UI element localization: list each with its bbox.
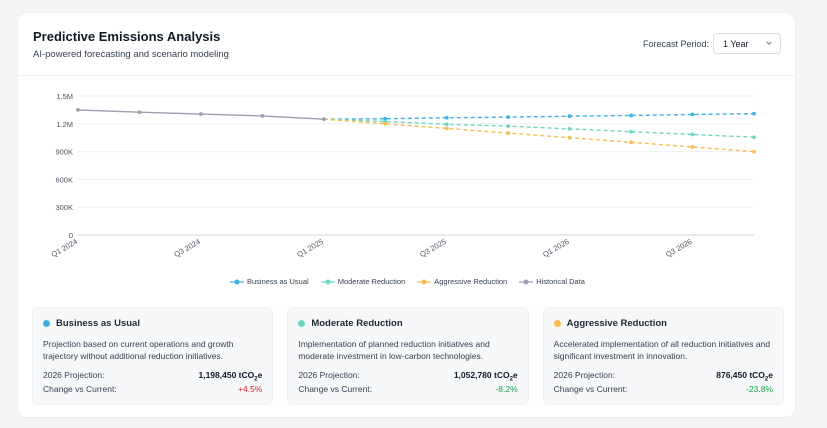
data-point-moderate-reduction bbox=[444, 122, 449, 127]
projection-label: 2026 Projection: bbox=[298, 370, 360, 380]
data-point-business-as-usual bbox=[690, 112, 695, 117]
legend-item[interactable]: Aggressive Reduction bbox=[417, 277, 507, 286]
y-tick-label: 600K bbox=[55, 175, 73, 184]
x-tick-label: Q3 2025 bbox=[418, 237, 447, 259]
x-tick-label: Q3 2024 bbox=[172, 237, 201, 259]
legend-item[interactable]: Moderate Reduction bbox=[320, 277, 406, 286]
legend-marker-icon bbox=[519, 279, 534, 284]
projection-value: 1,052,780 tCO2e bbox=[453, 370, 518, 383]
scenario-cards: Business as Usual Projection based on cu… bbox=[32, 307, 784, 405]
scenario-name: Moderate Reduction bbox=[311, 318, 403, 329]
scenario-header: Business as Usual bbox=[43, 318, 140, 329]
legend-item[interactable]: Historical Data bbox=[519, 277, 585, 286]
projection-row: 2026 Projection: 1,052,780 tCO2e bbox=[298, 370, 517, 383]
data-point-aggressive-reduction bbox=[506, 131, 511, 135]
scenario-description: Accelerated implementation of all reduct… bbox=[553, 339, 771, 361]
projection-row: 2026 Projection: 876,450 tCO2e bbox=[554, 370, 773, 383]
legend-marker-icon bbox=[230, 279, 244, 284]
data-point-historical-data bbox=[76, 108, 80, 112]
scenario-header: Aggressive Reduction bbox=[553, 318, 667, 329]
chart-legend: Business as Usual Moderate Reduction Aggre… bbox=[18, 277, 797, 286]
scenario-description: Projection based on current operations a… bbox=[43, 339, 234, 361]
data-point-aggressive-reduction bbox=[752, 149, 756, 154]
series-line-business-as-usual bbox=[323, 112, 755, 120]
data-point-business-as-usual bbox=[629, 113, 633, 118]
legend-label: Aggressive Reduction bbox=[434, 277, 508, 286]
change-label: Change vs Current: bbox=[43, 384, 117, 394]
series-line-moderate-reduction bbox=[323, 118, 755, 138]
projection-value: 876,450 tCO2e bbox=[716, 370, 773, 383]
forecast-period-label: Forecast Period: bbox=[642, 39, 709, 49]
change-value: +4.5% bbox=[237, 384, 263, 394]
change-value: -8.2% bbox=[495, 384, 518, 394]
forecast-period-select[interactable]: 1 Year bbox=[713, 33, 781, 54]
page-subtitle: AI-powered forecasting and scenario mode… bbox=[33, 49, 229, 60]
page-title: Predictive Emissions Analysis bbox=[33, 29, 221, 44]
data-point-aggressive-reduction bbox=[629, 140, 633, 145]
x-tick-label: Q1 2026 bbox=[541, 237, 570, 259]
chevron-down-icon bbox=[766, 41, 772, 45]
legend-label: Historical Data bbox=[536, 277, 585, 286]
change-row: Change vs Current: -8.2% bbox=[298, 384, 517, 394]
data-point-moderate-reduction bbox=[506, 124, 511, 129]
scenario-color-dot bbox=[553, 320, 561, 327]
scenario-card: Business as Usual Projection based on cu… bbox=[32, 307, 274, 405]
emissions-card: Predictive Emissions Analysis AI-powered… bbox=[17, 12, 796, 418]
legend-item[interactable]: Business as Usual bbox=[230, 277, 309, 286]
legend-label: Moderate Reduction bbox=[337, 277, 406, 286]
legend-label: Business as Usual bbox=[247, 277, 309, 286]
data-point-business-as-usual bbox=[444, 115, 449, 120]
legend-marker-icon bbox=[320, 279, 335, 284]
change-row: Change vs Current: -23.8% bbox=[554, 384, 773, 394]
scenario-color-dot bbox=[43, 320, 50, 327]
data-point-business-as-usual bbox=[752, 111, 756, 116]
y-tick-label: 1.5M bbox=[56, 92, 73, 101]
data-point-historical-data bbox=[137, 110, 142, 115]
y-tick-label: 300K bbox=[55, 203, 73, 212]
data-point-historical-data bbox=[260, 114, 265, 118]
data-point-aggressive-reduction bbox=[444, 126, 449, 131]
data-point-moderate-reduction bbox=[567, 126, 572, 131]
card-header: Predictive Emissions Analysis AI-powered… bbox=[18, 13, 795, 76]
change-value: -23.8% bbox=[746, 384, 773, 394]
data-point-aggressive-reduction bbox=[690, 145, 695, 149]
scenario-color-dot bbox=[298, 320, 306, 327]
scenario-header: Moderate Reduction bbox=[298, 318, 403, 329]
x-tick-label: Q1 2024 bbox=[50, 237, 79, 259]
data-point-moderate-reduction bbox=[690, 132, 695, 137]
y-tick-label: 1.2M bbox=[56, 120, 73, 129]
forecast-period-value: 1 Year bbox=[723, 39, 749, 49]
scenario-card: Aggressive Reduction Accelerated impleme… bbox=[542, 307, 784, 405]
change-row: Change vs Current: +4.5% bbox=[43, 384, 262, 394]
projection-value: 1,198,450 tCO2e bbox=[198, 370, 263, 383]
projection-row: 2026 Projection: 1,198,450 tCO2e bbox=[43, 370, 262, 383]
emissions-line-chart: 1.5M1.2M900K600K300K0Q1 2024 Q3 2024 Q1 20… bbox=[50, 92, 756, 259]
data-point-aggressive-reduction bbox=[383, 121, 388, 126]
change-label: Change vs Current: bbox=[298, 384, 373, 394]
data-point-historical-data bbox=[321, 117, 326, 122]
data-point-business-as-usual bbox=[506, 115, 511, 120]
data-point-historical-data bbox=[199, 112, 203, 116]
projection-label: 2026 Projection: bbox=[43, 370, 105, 380]
y-tick-label: 900K bbox=[55, 148, 73, 157]
data-point-business-as-usual bbox=[567, 114, 572, 119]
scenario-name: Aggressive Reduction bbox=[566, 318, 667, 329]
scenario-name: Business as Usual bbox=[56, 318, 140, 329]
legend-marker-icon bbox=[417, 279, 432, 284]
data-point-aggressive-reduction bbox=[567, 135, 572, 140]
scenario-description: Implementation of planned reduction init… bbox=[298, 339, 490, 361]
data-point-moderate-reduction bbox=[629, 129, 633, 134]
x-tick-label: Q1 2025 bbox=[295, 237, 324, 259]
scenario-card: Moderate Reduction Implementation of pla… bbox=[287, 307, 529, 405]
projection-label: 2026 Projection: bbox=[553, 370, 616, 380]
x-tick-label: Q3 2026 bbox=[664, 237, 693, 259]
change-label: Change vs Current: bbox=[553, 384, 628, 394]
data-point-moderate-reduction bbox=[752, 135, 756, 140]
